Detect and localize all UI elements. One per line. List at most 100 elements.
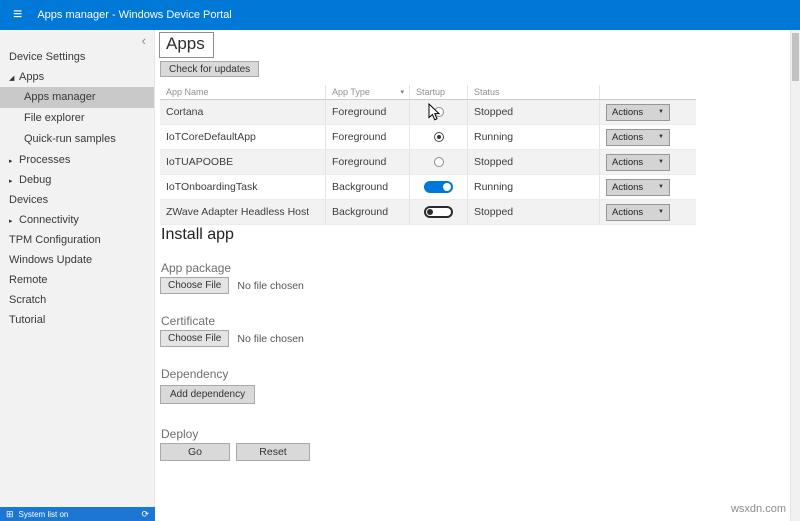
sort-arrow-icon: ▾ bbox=[400, 89, 404, 96]
app-package-label: App package bbox=[161, 261, 232, 275]
actions-dropdown-label: Actions bbox=[612, 106, 644, 118]
actions-dropdown-label: Actions bbox=[612, 181, 644, 193]
add-dependency-button[interactable]: Add dependency bbox=[160, 385, 256, 404]
app-package-file-status: No file chosen bbox=[237, 279, 304, 292]
actions-cell: Actions ▼ bbox=[600, 200, 696, 224]
app-package-file-input: Choose File No file chosen bbox=[160, 277, 304, 294]
app-name-cell: ZWave Adapter Headless Host bbox=[160, 200, 326, 224]
table-row: Cortana Foreground Stopped Actions ▼ bbox=[160, 100, 696, 125]
actions-dropdown-label: Actions bbox=[612, 206, 644, 218]
sidebar-item-label: Windows Update bbox=[9, 254, 93, 266]
vertical-scrollbar[interactable] bbox=[790, 30, 800, 521]
sidebar-item-file-explorer[interactable]: File explorer bbox=[0, 108, 154, 129]
actions-dropdown[interactable]: Actions ▼ bbox=[606, 203, 670, 221]
sidebar-item-label: Quick-run samples bbox=[24, 133, 116, 145]
app-type-cell: Foreground bbox=[326, 100, 410, 124]
apps-table-body: Cortana Foreground Stopped Actions ▼ IoTCoreD… bbox=[160, 100, 696, 225]
reset-button[interactable]: Reset bbox=[236, 443, 310, 461]
expanded-triangle-icon: ◢ bbox=[9, 75, 15, 82]
sidebar-item-device-settings[interactable]: Device Settings bbox=[0, 47, 154, 67]
actions-dropdown[interactable]: Actions ▼ bbox=[606, 153, 670, 171]
scrollbar-thumb[interactable] bbox=[792, 33, 799, 81]
startup-toggle[interactable] bbox=[424, 206, 453, 218]
actions-cell: Actions ▼ bbox=[600, 175, 696, 199]
status-cell: Running bbox=[468, 125, 600, 149]
sidebar-item-label: Remote bbox=[9, 274, 48, 286]
startup-radio[interactable] bbox=[433, 107, 444, 117]
apps-table: App Name App Type ▾ Startup Status Cortan… bbox=[160, 85, 696, 225]
app-package-choose-file-button[interactable]: Choose File bbox=[160, 277, 230, 294]
certificate-label: Certificate bbox=[161, 314, 216, 328]
hamburger-menu-icon[interactable]: ≡ bbox=[13, 7, 22, 23]
sidebar-item-remote[interactable]: Remote bbox=[0, 270, 154, 290]
sidebar-item-processes[interactable]: ▸ Processes bbox=[0, 150, 154, 170]
sidebar-item-connectivity[interactable]: ▸ Connectivity bbox=[0, 210, 154, 230]
sidebar-nav: Device Settings ◢ Apps Apps manager File exp… bbox=[0, 30, 154, 330]
sidebar-item-label: Tutorial bbox=[9, 314, 46, 326]
table-header-row: App Name App Type ▾ Startup Status bbox=[160, 85, 696, 100]
watermark: wsxdn.com bbox=[730, 503, 786, 515]
check-for-updates-button[interactable]: Check for updates bbox=[160, 61, 260, 77]
sidebar-item-devices[interactable]: Devices bbox=[0, 190, 154, 210]
deploy-label: Deploy bbox=[161, 427, 199, 441]
sidebar-item-label: Scratch bbox=[9, 294, 47, 306]
actions-cell: Actions ▼ bbox=[600, 125, 696, 149]
sidebar-item-scratch[interactable]: Scratch bbox=[0, 290, 154, 310]
sidebar-item-label: Apps bbox=[19, 71, 45, 83]
status-cell: Stopped bbox=[468, 200, 600, 224]
sidebar-item-apps-manager[interactable]: Apps manager bbox=[0, 87, 154, 108]
sidebar-item-label: File explorer bbox=[24, 112, 85, 124]
main-content: Apps Check for updates App Name App Type… bbox=[156, 30, 790, 521]
column-header-status-label: Status bbox=[474, 87, 500, 97]
sidebar-item-label: Device Settings bbox=[9, 51, 86, 63]
app-type-cell: Foreground bbox=[326, 125, 410, 149]
column-header-app-type[interactable]: App Type ▾ bbox=[326, 85, 410, 99]
status-cell: Stopped bbox=[468, 150, 600, 174]
sidebar-footer-label: System list on bbox=[18, 509, 69, 519]
column-header-app-type-label: App Type bbox=[332, 87, 370, 97]
actions-dropdown[interactable]: Actions ▼ bbox=[606, 103, 670, 121]
certificate-file-input: Choose File No file chosen bbox=[160, 330, 304, 347]
collapsed-triangle-icon: ▸ bbox=[9, 158, 13, 165]
startup-cell bbox=[410, 150, 468, 174]
startup-toggle[interactable] bbox=[424, 181, 453, 193]
sidebar-footer-bar[interactable]: ⊞ System list on ⟳ bbox=[0, 507, 155, 521]
column-header-startup[interactable]: Startup bbox=[410, 85, 468, 99]
sidebar: ‹ Device Settings ◢ Apps Apps manager File e… bbox=[0, 30, 155, 521]
table-row: IoTOnboardingTask Background Running Action… bbox=[160, 175, 696, 200]
startup-radio[interactable] bbox=[433, 132, 444, 142]
column-header-app-name[interactable]: App Name bbox=[160, 85, 326, 99]
sidebar-item-apps[interactable]: ◢ Apps bbox=[0, 67, 154, 87]
install-app-heading: Install app bbox=[161, 226, 234, 243]
startup-cell bbox=[410, 125, 468, 149]
status-cell: Running bbox=[468, 175, 600, 199]
dropdown-arrow-icon: ▼ bbox=[658, 134, 664, 140]
actions-cell: Actions ▼ bbox=[600, 150, 696, 174]
certificate-choose-file-button[interactable]: Choose File bbox=[160, 330, 230, 347]
app-type-cell: Foreground bbox=[326, 150, 410, 174]
actions-dropdown[interactable]: Actions ▼ bbox=[606, 128, 670, 146]
sidebar-item-tpm-configuration[interactable]: TPM Configuration bbox=[0, 230, 154, 250]
sidebar-item-debug[interactable]: ▸ Debug bbox=[0, 170, 154, 190]
sidebar-item-label: Processes bbox=[19, 154, 71, 166]
column-header-actions bbox=[600, 85, 696, 99]
go-button[interactable]: Go bbox=[160, 443, 230, 461]
app-name-cell: IoTOnboardingTask bbox=[160, 175, 326, 199]
actions-dropdown-label: Actions bbox=[612, 131, 644, 143]
collapse-sidebar-icon[interactable]: ‹ bbox=[142, 33, 146, 48]
actions-dropdown[interactable]: Actions ▼ bbox=[606, 178, 670, 196]
app-name-cell: IoTUAPOOBE bbox=[160, 150, 326, 174]
sidebar-item-tutorial[interactable]: Tutorial bbox=[0, 310, 154, 330]
table-row: IoTUAPOOBE Foreground Stopped Actions ▼ bbox=[160, 150, 696, 175]
grid-icon: ⊞ bbox=[6, 508, 14, 519]
startup-cell bbox=[410, 200, 468, 224]
app-type-cell: Background bbox=[326, 200, 410, 224]
app-type-cell: Background bbox=[326, 175, 410, 199]
sidebar-item-quick-run-samples[interactable]: Quick-run samples bbox=[0, 129, 154, 150]
column-header-status[interactable]: Status bbox=[468, 85, 600, 99]
startup-radio[interactable] bbox=[433, 157, 444, 167]
sidebar-item-windows-update[interactable]: Windows Update bbox=[0, 250, 154, 270]
dropdown-arrow-icon: ▼ bbox=[658, 184, 664, 190]
startup-cell bbox=[410, 100, 468, 124]
collapsed-triangle-icon: ▸ bbox=[9, 178, 13, 185]
